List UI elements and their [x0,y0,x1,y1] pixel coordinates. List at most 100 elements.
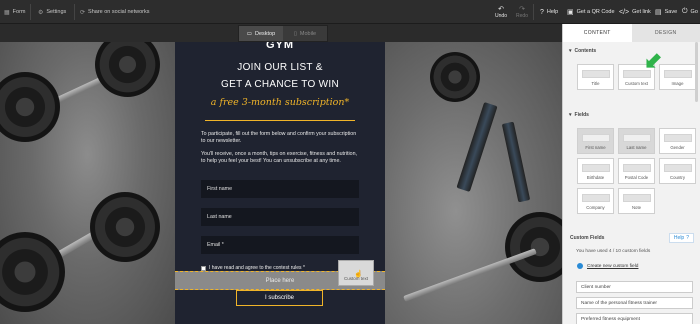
field-block-last-name[interactable]: Last name [618,128,655,154]
field-icon [581,194,610,202]
custom-field-item[interactable]: Name of the personal fitness trainer [576,297,693,309]
fields-section-title: ▾ Fields [569,112,589,118]
custom-field-item[interactable]: Client number [576,281,693,293]
tile-label: Postal Code [624,175,649,180]
redo-icon: ↷ [519,5,525,13]
first-name-field[interactable]: First name [201,180,359,198]
get-link-button[interactable]: </> Get link [619,0,651,24]
custom-field-item[interactable]: Preferred fitness equipment [576,313,693,324]
field-block-note[interactable]: Note [618,188,655,214]
content-block-image[interactable]: Image [659,64,696,90]
nav-form[interactable]: ▦ Form [4,0,26,24]
radio-icon [663,134,692,142]
plus-icon [577,263,583,269]
mobile-tab[interactable]: ▯ Mobile [283,26,327,41]
custom-fields-help-button[interactable]: Help ? [668,233,694,243]
fields-title: Fields [574,112,589,118]
collapse-icon: ▾ [569,48,572,54]
form-top-text: GYM [265,42,295,48]
nav-share-label: Share on social networks [88,9,150,15]
field-block-country[interactable]: Country [659,158,696,184]
tab-design[interactable]: DESIGN [631,24,700,42]
field-block-gender[interactable]: Gender [659,128,696,154]
help-label: Help [673,235,685,241]
nav-form-label: Form [12,9,26,15]
field-block-first-name[interactable]: First name [577,128,614,154]
form-prize-text: a free 3-month subscription* [210,97,350,108]
dragged-custom-text-block[interactable]: ☝ Custom text [338,260,374,286]
desktop-tab[interactable]: ▭ Desktop [239,26,283,41]
tile-label: Note [631,205,642,210]
go-button[interactable]: ⏻ Go [682,0,698,24]
help-button[interactable]: ? Help [540,0,558,24]
weight-plate [90,192,160,262]
tile-label: Image [671,81,684,86]
collapse-icon: ▾ [569,112,572,118]
contents-title: Contents [574,48,597,54]
field-icon [622,134,651,142]
redo-button[interactable]: ↷ Redo [514,3,530,21]
go-label: Go [690,9,698,15]
device-toggle: ▭ Desktop ▯ Mobile [238,25,328,42]
undo-label: Undo [495,12,507,19]
help-icon: ? [540,8,544,16]
tile-label: Country [669,175,686,180]
top-toolbar: ▦ Form ⚙ Settings ⟳ Share on social netw… [0,0,700,24]
nav-share[interactable]: ⟳ Share on social networks [80,0,149,24]
form-heading-line-1: JOIN OUR LIST & [237,62,323,73]
form-intro-paragraph: To participate, fill out the form below … [201,131,357,144]
field-icon [581,134,610,142]
divider [30,4,31,20]
custom-fields-title: Custom Fields [570,235,605,241]
divider [533,4,534,20]
redo-label: Redo [516,12,528,19]
save-label: Save [664,9,678,15]
undo-button[interactable]: ↶ Undo [492,3,510,21]
textarea-icon [622,194,651,202]
weight-plate [430,52,480,102]
create-custom-field-label: Create new custom field [587,263,639,269]
custom-fields-usage: You have used 4 / 10 custom fields [576,249,651,254]
nav-settings-label: Settings [46,9,67,15]
create-custom-field-link[interactable]: Create new custom field [577,263,638,269]
save-button[interactable]: ▤ Save [655,0,677,24]
field-block-company[interactable]: Company [577,188,614,214]
qr-code-button[interactable]: ▣ Get a QR Code [567,0,615,24]
share-icon: ⟳ [80,9,86,16]
image-icon [663,70,692,78]
builder-panel: CONTENT DESIGN ▾ Contents Title Custom t… [562,24,700,324]
content-block-title[interactable]: Title [577,64,614,90]
dropdown-icon [663,164,692,172]
panel-tabs: CONTENT DESIGN [563,24,700,42]
help-circle-icon: ? [686,235,689,241]
form-heading-line-2: GET A CHANCE TO WIN [221,79,339,90]
tile-label: First name [585,145,606,150]
last-name-field[interactable]: Last name [201,208,359,226]
divider [205,120,355,121]
tile-label: Company [586,205,605,210]
tile-label: Last name [626,145,647,150]
tab-content[interactable]: CONTENT [563,24,632,42]
form-description-paragraph: You'll receive, once a month, tips on ex… [201,151,357,164]
divider [74,4,75,20]
field-block-birthdate[interactable]: Birthdate [577,158,614,184]
tile-label: Gender [670,145,685,150]
undo-icon: ↶ [498,5,504,13]
phone-icon: ▯ [293,30,297,37]
nav-settings[interactable]: ⚙ Settings [38,0,66,24]
panel-scrollbar[interactable] [695,42,698,102]
save-icon: ▤ [655,9,662,16]
email-field[interactable]: Email * [201,236,359,254]
field-block-postal-code[interactable]: Postal Code [618,158,655,184]
field-icon [622,164,651,172]
desktop-label: Desktop [255,30,276,37]
tile-label: Custom text [625,81,648,86]
subscribe-button[interactable]: I subscribe [236,290,323,306]
checkbox-icon [201,265,206,271]
calendar-icon [581,164,610,172]
link-icon: </> [619,8,630,16]
qr-code-icon: ▣ [567,9,574,16]
hand-cursor-icon: ☝ [354,271,363,278]
contents-section-title: ▾ Contents [569,48,596,54]
gear-icon: ⚙ [38,9,44,16]
